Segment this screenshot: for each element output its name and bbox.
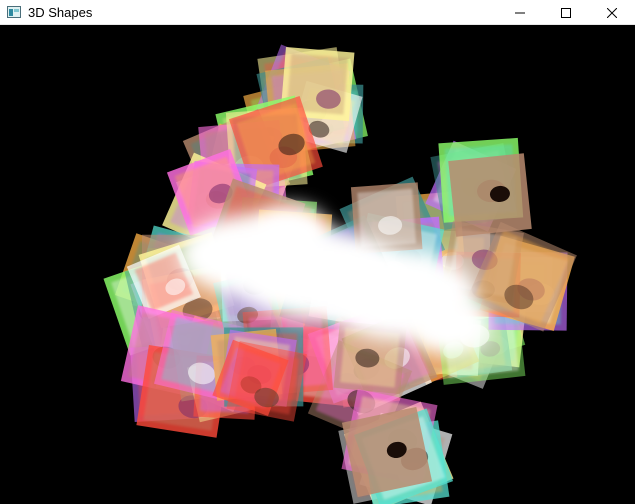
maximize-button[interactable] — [543, 0, 589, 25]
title-bar[interactable]: 3D Shapes — [0, 0, 635, 25]
textured-cube — [226, 341, 307, 422]
window-controls — [497, 0, 635, 25]
maximize-icon — [561, 7, 571, 18]
textured-cube — [448, 153, 532, 237]
minimize-icon — [515, 12, 525, 13]
close-icon — [607, 7, 617, 18]
minimize-button[interactable] — [497, 0, 543, 25]
close-button[interactable] — [589, 0, 635, 25]
bright-core — [250, 205, 330, 265]
window-title: 3D Shapes — [28, 4, 93, 20]
app-window: 3D Shapes — [0, 0, 635, 504]
textured-cube — [341, 406, 433, 498]
render-viewport[interactable] — [0, 25, 635, 504]
bright-core — [410, 295, 490, 355]
shapes-canvas[interactable] — [0, 25, 635, 504]
app-window-icon — [6, 4, 22, 20]
